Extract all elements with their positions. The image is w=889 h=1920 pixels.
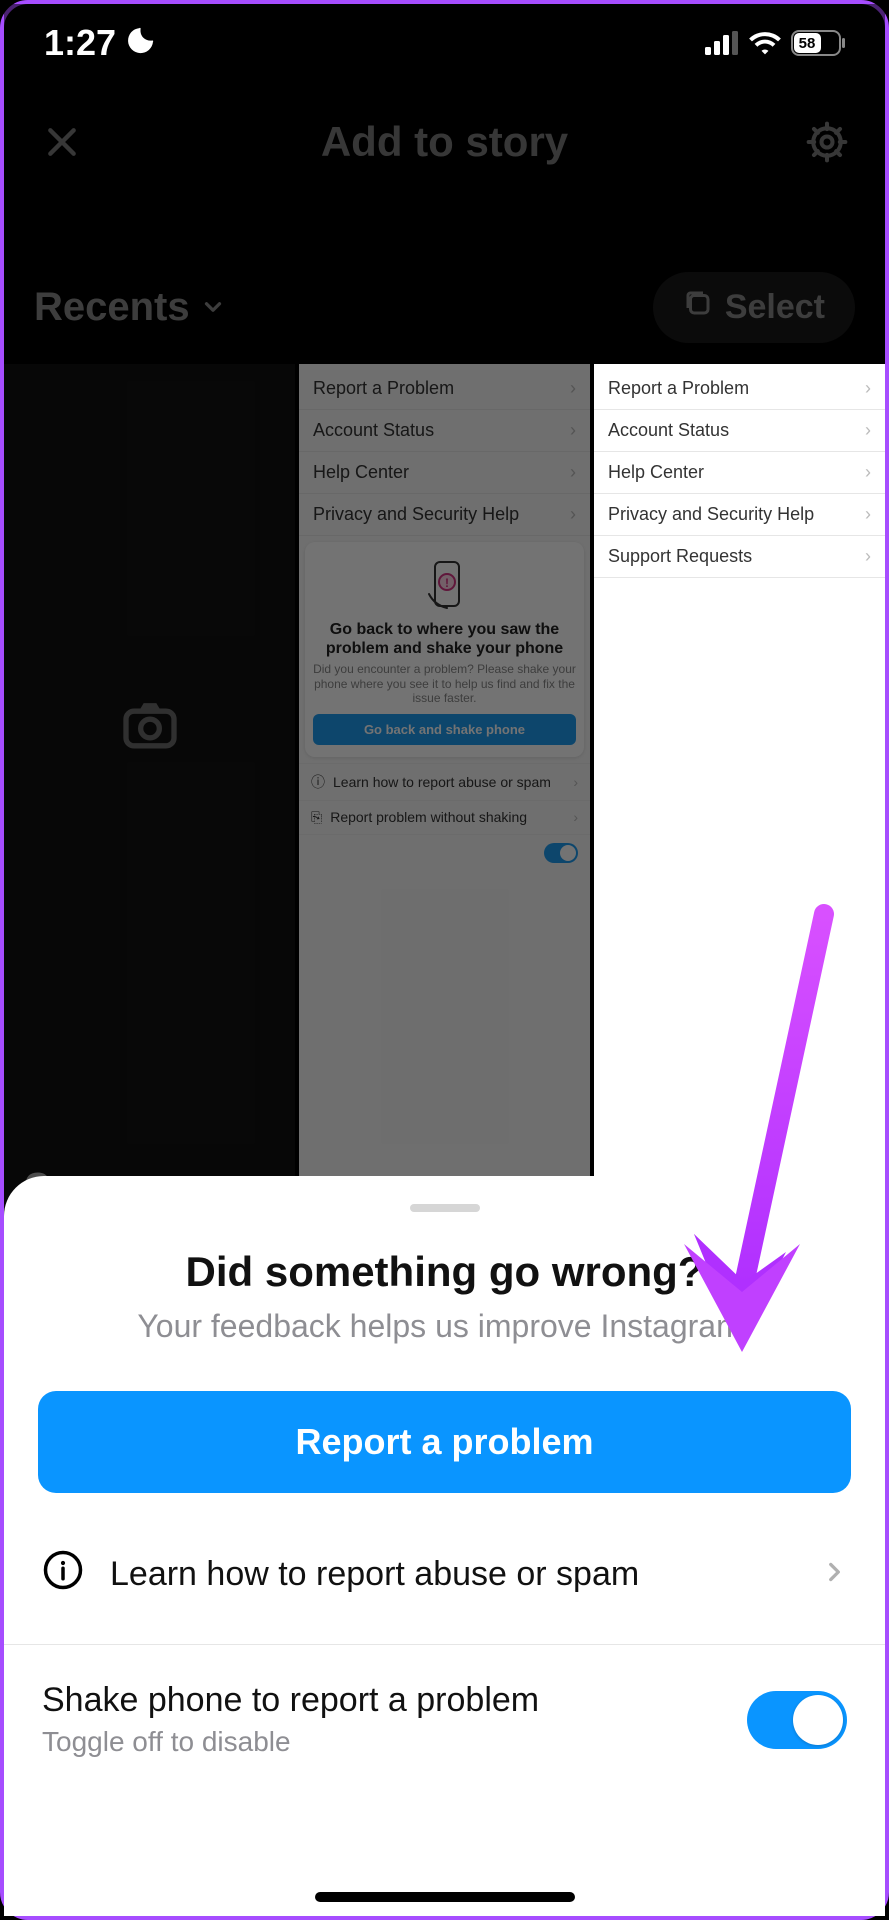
shake-toggle-hint: Toggle off to disable [42, 1726, 539, 1758]
add-to-story-header: Add to story [4, 114, 885, 170]
camera-icon [118, 692, 182, 761]
cellular-signal-icon [705, 31, 739, 55]
gallery-thumbnail[interactable]: Report a Problem› Account Status› Help C… [299, 364, 590, 1227]
phone-shake-icon: ! [415, 554, 475, 614]
select-multiple-icon [683, 288, 713, 327]
shake-toggle-label: Shake phone to report a problem [42, 1681, 539, 1720]
info-icon: ⓘ [311, 772, 325, 792]
gallery-thumbnail[interactable]: Report a Problem› Account Status› Help C… [594, 364, 885, 1227]
do-not-disturb-icon [124, 22, 154, 64]
svg-text:!: ! [445, 576, 449, 590]
sheet-title: Did something go wrong? [4, 1248, 885, 1296]
shake-toggle-switch[interactable] [747, 1691, 847, 1749]
album-picker[interactable]: Recents [34, 285, 226, 330]
status-bar: 1:27 58 [4, 4, 885, 82]
sheet-subtitle: Your feedback helps us improve Instagram… [4, 1308, 885, 1345]
report-problem-button[interactable]: Report a problem [38, 1391, 851, 1493]
chevron-down-icon [200, 285, 226, 330]
home-indicator[interactable] [315, 1892, 575, 1902]
battery-indicator: 58 [791, 30, 845, 56]
status-time: 1:27 [44, 22, 116, 64]
svg-text:58: 58 [799, 35, 816, 52]
sheet-grabber[interactable] [410, 1204, 480, 1212]
select-multiple-button[interactable]: Select [653, 272, 855, 343]
report-problem-sheet: Did something go wrong? Your feedback he… [4, 1176, 885, 1916]
info-icon [42, 1549, 84, 1600]
settings-gear-icon[interactable] [799, 114, 855, 170]
select-label: Select [725, 288, 825, 327]
learn-report-abuse-row[interactable]: Learn how to report abuse or spam [4, 1549, 885, 1600]
page-title: Add to story [90, 118, 799, 166]
close-button[interactable] [34, 114, 90, 170]
learn-label: Learn how to report abuse or spam [110, 1555, 639, 1594]
report-icon: ⎘ [311, 809, 322, 826]
chevron-right-icon [821, 1555, 847, 1594]
shake-to-report-row: Shake phone to report a problem Toggle o… [4, 1645, 885, 1758]
camera-tile[interactable]: Camera [4, 364, 295, 1227]
album-label: Recents [34, 285, 190, 330]
wifi-icon [749, 31, 781, 55]
toggle-icon [544, 843, 578, 863]
gallery-subheader: Recents Select [4, 272, 885, 343]
